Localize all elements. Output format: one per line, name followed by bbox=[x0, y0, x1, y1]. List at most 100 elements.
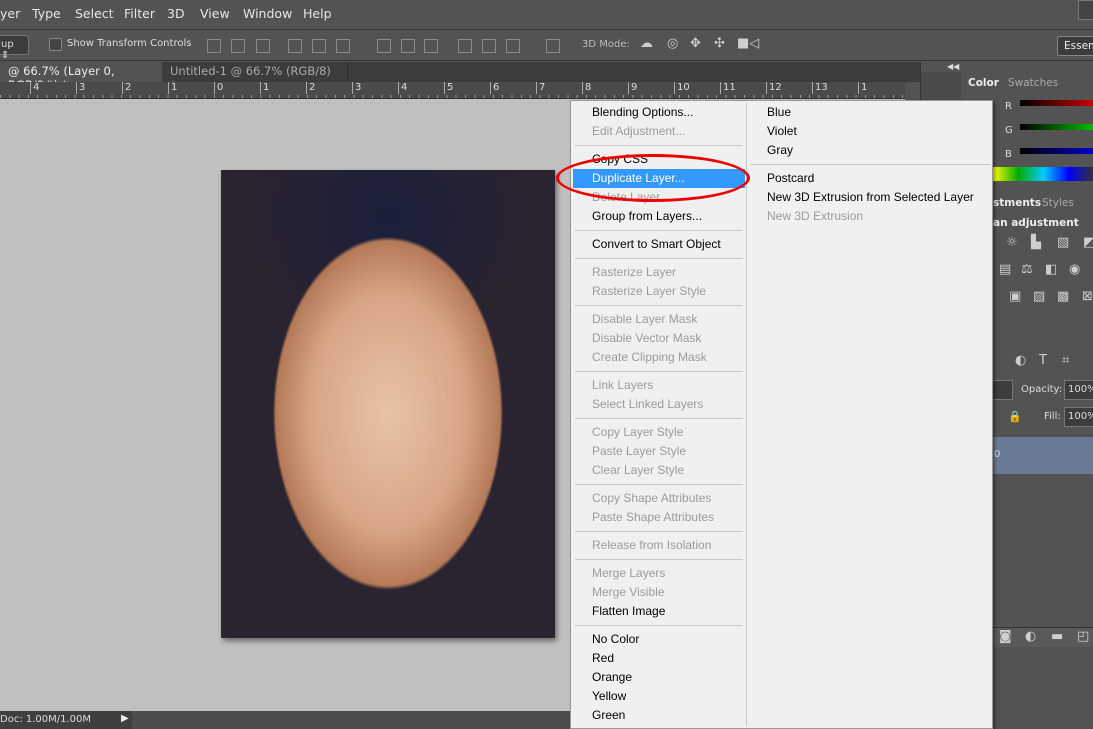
distribute-right-icon[interactable] bbox=[506, 39, 520, 53]
black-white-icon[interactable]: ◧ bbox=[1045, 262, 1057, 277]
color-spectrum[interactable] bbox=[993, 167, 1093, 181]
adjustment-filter-icon[interactable]: ◐ bbox=[1015, 353, 1026, 368]
type-filter-icon[interactable]: T bbox=[1039, 353, 1047, 368]
ruler-label: 5 bbox=[444, 82, 453, 94]
menu-view[interactable]: View bbox=[200, 6, 230, 21]
distribute-left-icon[interactable] bbox=[458, 39, 472, 53]
tab-document-active[interactable]: @ 66.7% (Layer 0, RGB/8#) * × bbox=[0, 62, 162, 92]
tab-adjustments[interactable]: stments bbox=[993, 197, 1041, 209]
menu-item-blue[interactable]: Blue bbox=[748, 103, 992, 122]
tool-presets-icon[interactable] bbox=[921, 72, 961, 102]
selective-color-icon[interactable]: ⊠ bbox=[1082, 289, 1093, 304]
menu-item-flatten-image[interactable]: Flatten Image bbox=[573, 602, 745, 621]
opacity-input[interactable]: 100% bbox=[1064, 380, 1093, 400]
exposure-icon[interactable]: ◩ bbox=[1083, 235, 1093, 250]
add-mask-icon[interactable]: ◙ bbox=[999, 629, 1012, 644]
ruler-label: 7 bbox=[536, 82, 545, 94]
menu-item-violet[interactable]: Violet bbox=[748, 122, 992, 141]
tab-color[interactable]: Color bbox=[968, 77, 999, 89]
show-transform-checkbox[interactable] bbox=[49, 38, 62, 51]
opacity-label: Opacity: bbox=[1021, 384, 1063, 395]
shape-filter-icon[interactable]: ⌗ bbox=[1062, 353, 1069, 368]
red-slider[interactable] bbox=[1020, 100, 1093, 106]
lock-icon[interactable]: 🔒 bbox=[1008, 410, 1022, 423]
blue-slider[interactable] bbox=[1020, 148, 1093, 154]
3d-scale-icon[interactable]: ■◁ bbox=[737, 36, 759, 51]
align-vcenter-icon[interactable] bbox=[231, 39, 245, 53]
column-divider bbox=[746, 103, 747, 726]
distribute-hcenter-icon[interactable] bbox=[482, 39, 496, 53]
auto-select-dropdown[interactable]: up ⇕ bbox=[0, 35, 29, 61]
distribute-bottom-icon[interactable] bbox=[424, 39, 438, 53]
blend-mode-dropdown[interactable] bbox=[991, 380, 1013, 400]
align-hcenter-icon[interactable] bbox=[312, 39, 326, 53]
menu-item-green[interactable]: Green bbox=[573, 706, 745, 725]
distribute-vcenter-icon[interactable] bbox=[401, 39, 415, 53]
collapse-panels-icon[interactable]: ◀◀ bbox=[947, 62, 959, 71]
workspace-button[interactable]: Essent bbox=[1057, 36, 1093, 56]
tab-untitled-1[interactable]: Untitled-1 @ 66.7% (RGB/8) * × bbox=[162, 62, 348, 92]
3d-orbit-icon[interactable]: ☁ bbox=[640, 36, 653, 51]
menu-item-copy-layer-style: Copy Layer Style bbox=[592, 425, 684, 439]
menu-3d[interactable]: 3D bbox=[167, 6, 185, 21]
menu-item-new-3d-extrusion: New 3D Extrusion bbox=[767, 209, 864, 223]
3d-pan-icon[interactable]: ✥ bbox=[690, 36, 701, 51]
new-adjustment-layer-icon[interactable]: ◐ bbox=[1025, 629, 1036, 644]
menu-help[interactable]: Help bbox=[303, 6, 332, 21]
menu-item-orange[interactable]: Orange bbox=[573, 668, 745, 687]
align-left-icon[interactable] bbox=[288, 39, 302, 53]
channel-g-label: G bbox=[1005, 125, 1013, 136]
menu-filter[interactable]: Filter bbox=[124, 6, 155, 21]
menu-item-postcard[interactable]: Postcard bbox=[748, 169, 992, 188]
gradient-map-icon[interactable]: ▤ bbox=[999, 262, 1011, 277]
tab-styles[interactable]: Styles bbox=[1042, 197, 1074, 209]
3d-slide-icon[interactable]: ✣ bbox=[714, 36, 725, 51]
posterize-icon[interactable]: ▨ bbox=[1033, 289, 1045, 304]
ruler-label: 3 bbox=[352, 82, 361, 94]
red-annotation-ellipse bbox=[556, 154, 750, 202]
menu-item-no-color[interactable]: No Color bbox=[573, 630, 745, 649]
brightness-icon[interactable]: ☼ bbox=[1006, 235, 1018, 250]
color-balance-icon[interactable]: ⚖ bbox=[1021, 262, 1033, 277]
align-bottom-icon[interactable] bbox=[256, 39, 270, 53]
ruler-label: 3 bbox=[76, 82, 85, 94]
horizontal-scrollbar[interactable] bbox=[132, 711, 572, 729]
levels-icon[interactable]: ▙ bbox=[1031, 235, 1041, 250]
invert-icon[interactable]: ▣ bbox=[1009, 289, 1021, 304]
status-menu-arrow-icon[interactable]: ▶ bbox=[121, 713, 129, 724]
layer-row[interactable]: 0 bbox=[991, 437, 1093, 474]
menu-layer[interactable]: yer bbox=[0, 6, 20, 21]
menu-select[interactable]: Select bbox=[75, 6, 114, 21]
3d-roll-icon[interactable]: ◎ bbox=[667, 36, 678, 51]
menu-item-gray[interactable]: Gray bbox=[748, 141, 992, 160]
minimize-button[interactable] bbox=[1078, 0, 1093, 20]
menu-item-red[interactable]: Red bbox=[573, 649, 745, 668]
menu-item-blending-options[interactable]: Blending Options... bbox=[573, 103, 745, 122]
new-group-icon[interactable]: ▬ bbox=[1051, 629, 1063, 644]
tab-swatches[interactable]: Swatches bbox=[1008, 77, 1058, 89]
menu-item-yellow[interactable]: Yellow bbox=[573, 687, 745, 706]
menu-item-new-3d-extrusion-from-selected-layer[interactable]: New 3D Extrusion from Selected Layer bbox=[748, 188, 992, 207]
green-slider[interactable] bbox=[1020, 124, 1093, 130]
menu-window[interactable]: Window bbox=[243, 6, 292, 21]
fill-input[interactable]: 100% bbox=[1064, 407, 1093, 427]
menu-item-rasterize-layer: Rasterize Layer bbox=[592, 265, 677, 279]
align-right-icon[interactable] bbox=[336, 39, 350, 53]
distribute-top-icon[interactable] bbox=[377, 39, 391, 53]
new-layer-icon[interactable]: ◰ bbox=[1077, 629, 1089, 644]
menu-item-paste-layer-style: Paste Layer Style bbox=[592, 444, 687, 458]
doc-size: Doc: 1.00M/1.00M bbox=[0, 714, 92, 725]
menu-separator bbox=[573, 254, 745, 263]
menu-item-group-from-layers[interactable]: Group from Layers... bbox=[573, 207, 745, 226]
curves-icon[interactable]: ▧ bbox=[1057, 235, 1069, 250]
threshold-icon[interactable]: ▩ bbox=[1057, 289, 1069, 304]
align-top-icon[interactable] bbox=[207, 39, 221, 53]
photo-filter-icon[interactable]: ◉ bbox=[1069, 262, 1080, 277]
menu-separator bbox=[573, 226, 745, 235]
menu-separator bbox=[573, 555, 745, 564]
menu-item-convert-to-smart-object[interactable]: Convert to Smart Object bbox=[573, 235, 745, 254]
channel-b-label: B bbox=[1005, 149, 1012, 160]
auto-align-icon[interactable] bbox=[546, 39, 560, 53]
menu-type[interactable]: Type bbox=[32, 6, 61, 21]
ruler-label: 0 bbox=[214, 82, 223, 94]
